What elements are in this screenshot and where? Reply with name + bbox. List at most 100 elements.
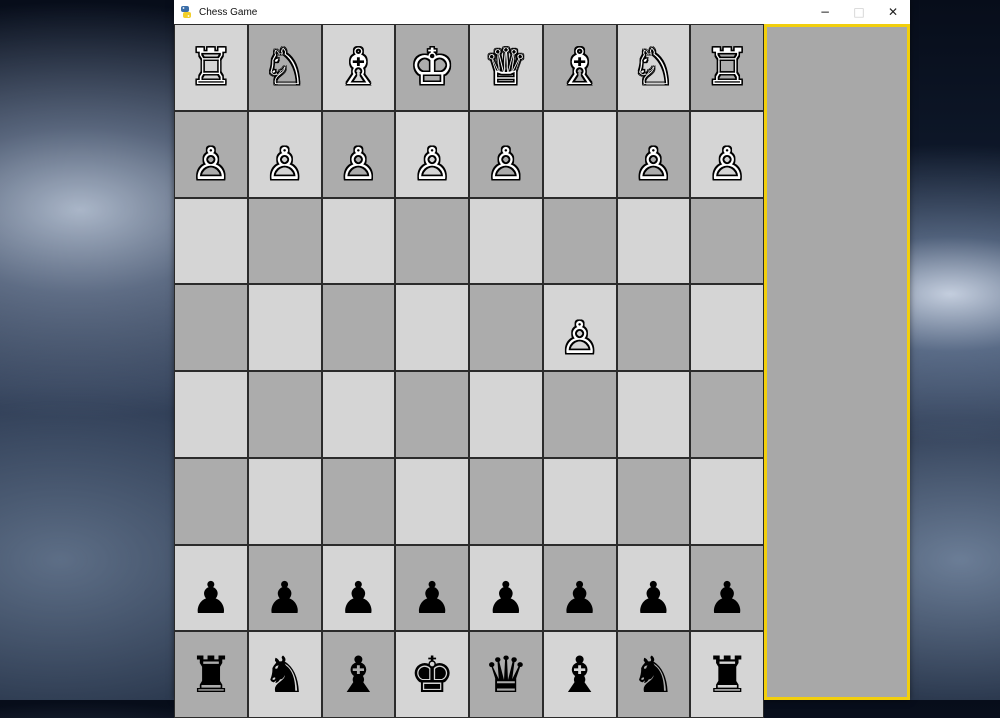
white-pawn-icon[interactable]: ♙ [191,143,230,187]
board-square-f3[interactable] [542,457,617,545]
white-pawn-icon[interactable]: ♙ [265,143,304,187]
board-square-g4[interactable] [616,371,691,458]
title-bar[interactable]: Chess Game − □ ✕ [174,0,910,24]
board-square-h8[interactable]: ♖ [690,24,764,111]
black-bishop-icon[interactable]: ♝ [557,650,602,700]
white-pawn-icon[interactable]: ♙ [707,143,746,187]
black-knight-icon[interactable]: ♞ [631,650,676,700]
board-square-e6[interactable] [469,197,543,285]
black-pawn-icon[interactable]: ♟ [560,576,599,621]
board-square-d8[interactable]: ♔ [395,24,469,111]
white-knight-icon[interactable]: ♘ [631,42,676,92]
board-square-f4[interactable] [542,371,617,458]
board-square-g8[interactable]: ♘ [616,24,691,111]
board-square-d1[interactable]: ♚ [395,631,469,718]
board-square-e1[interactable]: ♛ [469,631,543,718]
board-square-f5[interactable]: ♙ [542,284,617,371]
white-bishop-icon[interactable]: ♗ [336,42,381,92]
board-square-g7[interactable]: ♙ [616,110,691,198]
board-square-b5[interactable] [247,284,322,371]
board-square-h6[interactable] [690,197,764,285]
board-square-h1[interactable]: ♜ [690,631,764,718]
white-pawn-icon[interactable]: ♙ [486,143,525,187]
board-square-d4[interactable] [395,371,469,458]
white-pawn-icon[interactable]: ♙ [412,143,451,187]
black-pawn-icon[interactable]: ♟ [191,576,230,621]
black-knight-icon[interactable]: ♞ [262,650,307,700]
board-square-e8[interactable]: ♕ [469,24,543,111]
white-knight-icon[interactable]: ♘ [262,42,307,92]
board-square-a6[interactable] [174,197,248,285]
board-square-a8[interactable]: ♖ [174,24,248,111]
board-square-c4[interactable] [321,371,396,458]
board-square-c3[interactable] [321,457,396,545]
board-square-h4[interactable] [690,371,764,458]
board-square-g3[interactable] [616,457,691,545]
board-square-h5[interactable] [690,284,764,371]
board-square-e3[interactable] [469,457,543,545]
board-square-b1[interactable]: ♞ [247,631,322,718]
board-square-d2[interactable]: ♟ [395,544,469,632]
black-pawn-icon[interactable]: ♟ [634,576,673,621]
board-square-c2[interactable]: ♟ [321,544,396,632]
board-square-f8[interactable]: ♗ [542,24,617,111]
black-rook-icon[interactable]: ♜ [188,650,233,700]
black-pawn-icon[interactable]: ♟ [265,576,304,621]
board-square-c8[interactable]: ♗ [321,24,396,111]
board-square-c7[interactable]: ♙ [321,110,396,198]
black-bishop-icon[interactable]: ♝ [336,650,381,700]
board-square-b6[interactable] [247,197,322,285]
black-king-icon[interactable]: ♚ [410,650,455,700]
white-pawn-icon[interactable]: ♙ [560,316,599,361]
board-square-f1[interactable]: ♝ [542,631,617,718]
board-square-d3[interactable] [395,457,469,545]
white-rook-icon[interactable]: ♖ [705,42,750,92]
close-button[interactable]: ✕ [876,0,910,24]
maximize-button[interactable]: □ [842,0,876,24]
board-square-h7[interactable]: ♙ [690,110,764,198]
board-square-e7[interactable]: ♙ [469,110,543,198]
board-square-b7[interactable]: ♙ [247,110,322,198]
white-rook-icon[interactable]: ♖ [188,42,233,92]
white-bishop-icon[interactable]: ♗ [557,42,602,92]
black-pawn-icon[interactable]: ♟ [707,576,746,621]
board-square-f6[interactable] [542,197,617,285]
board-square-f7[interactable] [542,110,617,198]
board-square-b4[interactable] [247,371,322,458]
board-square-b8[interactable]: ♘ [247,24,322,111]
board-square-e2[interactable]: ♟ [469,544,543,632]
board-square-g2[interactable]: ♟ [616,544,691,632]
board-square-f2[interactable]: ♟ [542,544,617,632]
board-square-a4[interactable] [174,371,248,458]
board-square-c5[interactable] [321,284,396,371]
board-square-b2[interactable]: ♟ [247,544,322,632]
board-square-g5[interactable] [616,284,691,371]
board-square-d5[interactable] [395,284,469,371]
white-king-icon[interactable]: ♔ [410,42,455,92]
board-square-g1[interactable]: ♞ [616,631,691,718]
board-square-h2[interactable]: ♟ [690,544,764,632]
board-square-a2[interactable]: ♟ [174,544,248,632]
board-square-h3[interactable] [690,457,764,545]
board-square-d7[interactable]: ♙ [395,110,469,198]
board-square-a7[interactable]: ♙ [174,110,248,198]
board-square-a3[interactable] [174,457,248,545]
board-square-b3[interactable] [247,457,322,545]
board-square-a1[interactable]: ♜ [174,631,248,718]
white-queen-icon[interactable]: ♕ [483,42,528,92]
black-pawn-icon[interactable]: ♟ [486,576,525,621]
white-pawn-icon[interactable]: ♙ [634,143,673,187]
white-pawn-icon[interactable]: ♙ [339,143,378,187]
black-pawn-icon[interactable]: ♟ [339,576,378,621]
board-square-d6[interactable] [395,197,469,285]
black-pawn-icon[interactable]: ♟ [412,576,451,621]
black-queen-icon[interactable]: ♛ [483,650,528,700]
board-square-e5[interactable] [469,284,543,371]
board-square-c6[interactable] [321,197,396,285]
minimize-button[interactable]: − [808,0,842,24]
board-square-e4[interactable] [469,371,543,458]
board-square-a5[interactable] [174,284,248,371]
board-square-c1[interactable]: ♝ [321,631,396,718]
board-square-g6[interactable] [616,197,691,285]
black-rook-icon[interactable]: ♜ [705,650,750,700]
